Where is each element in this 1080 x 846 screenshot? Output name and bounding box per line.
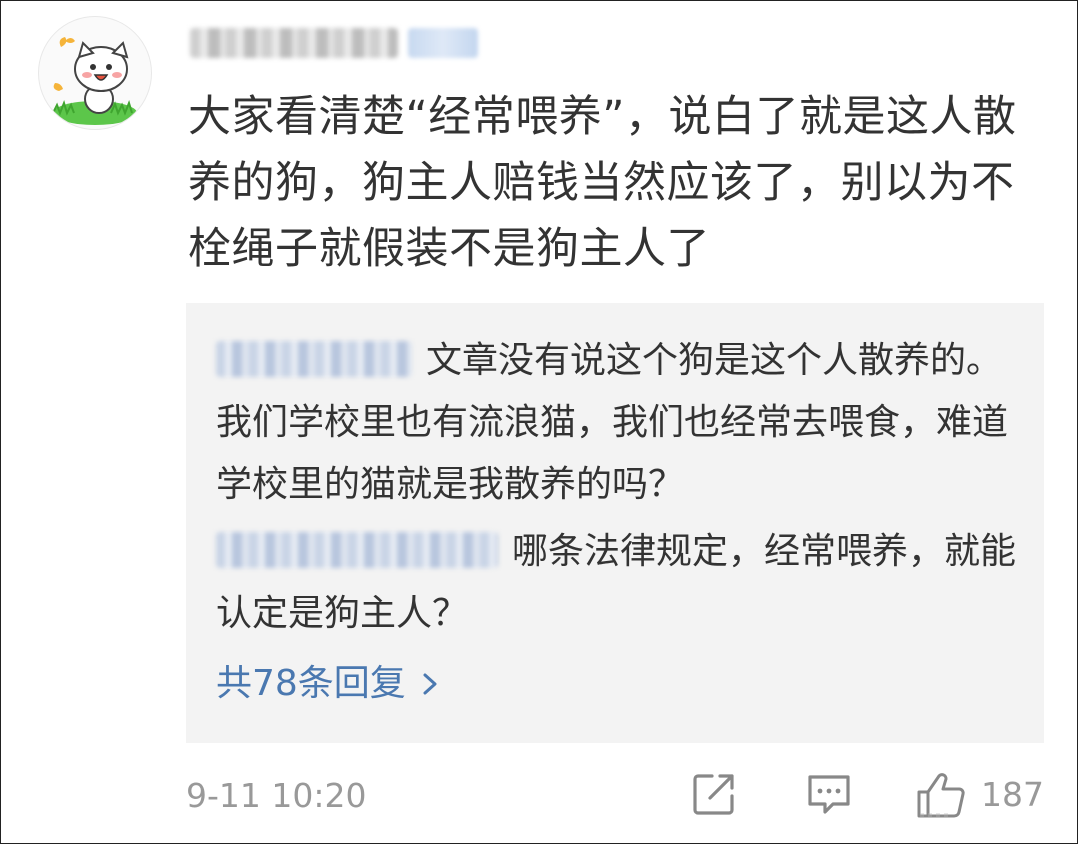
watermark	[920, 813, 948, 817]
username-redacted[interactable]	[190, 28, 398, 58]
chevron-right-icon	[423, 673, 437, 695]
like-count: 187	[981, 775, 1044, 814]
share-button[interactable]	[690, 770, 738, 818]
comment-icon	[808, 775, 850, 814]
replies-panel: 文章没有说这个狗是这个人散养的。我们学校里也有流浪猫，我们也经常去喂食，难道学校…	[186, 303, 1044, 743]
comment-text: 大家看清楚“经常喂养”，说白了就是这人散养的狗，狗主人赔钱当然应该了，别以为不栓…	[188, 92, 1017, 274]
share-icon	[693, 774, 734, 815]
reply-author-redacted[interactable]	[216, 532, 498, 568]
view-all-replies-label: 共78条回复	[216, 663, 406, 704]
username-row[interactable]	[190, 24, 478, 62]
reply-button[interactable]	[805, 770, 853, 818]
view-all-replies-link[interactable]: 共78条回复	[216, 659, 438, 709]
reply-item[interactable]: 文章没有说这个狗是这个人散养的。我们学校里也有流浪猫，我们也经常去喂食，难道学校…	[216, 330, 1016, 516]
reply-item[interactable]: 哪条法律规定，经常喂养，就能认定是狗主人？	[216, 521, 1016, 645]
user-avatar[interactable]	[38, 16, 152, 130]
user-badge-redacted	[408, 28, 478, 58]
comment-timestamp: 9-11 10:20	[186, 776, 367, 815]
reply-author-redacted[interactable]	[216, 341, 412, 377]
avatar-cat-illustration	[52, 37, 137, 125]
